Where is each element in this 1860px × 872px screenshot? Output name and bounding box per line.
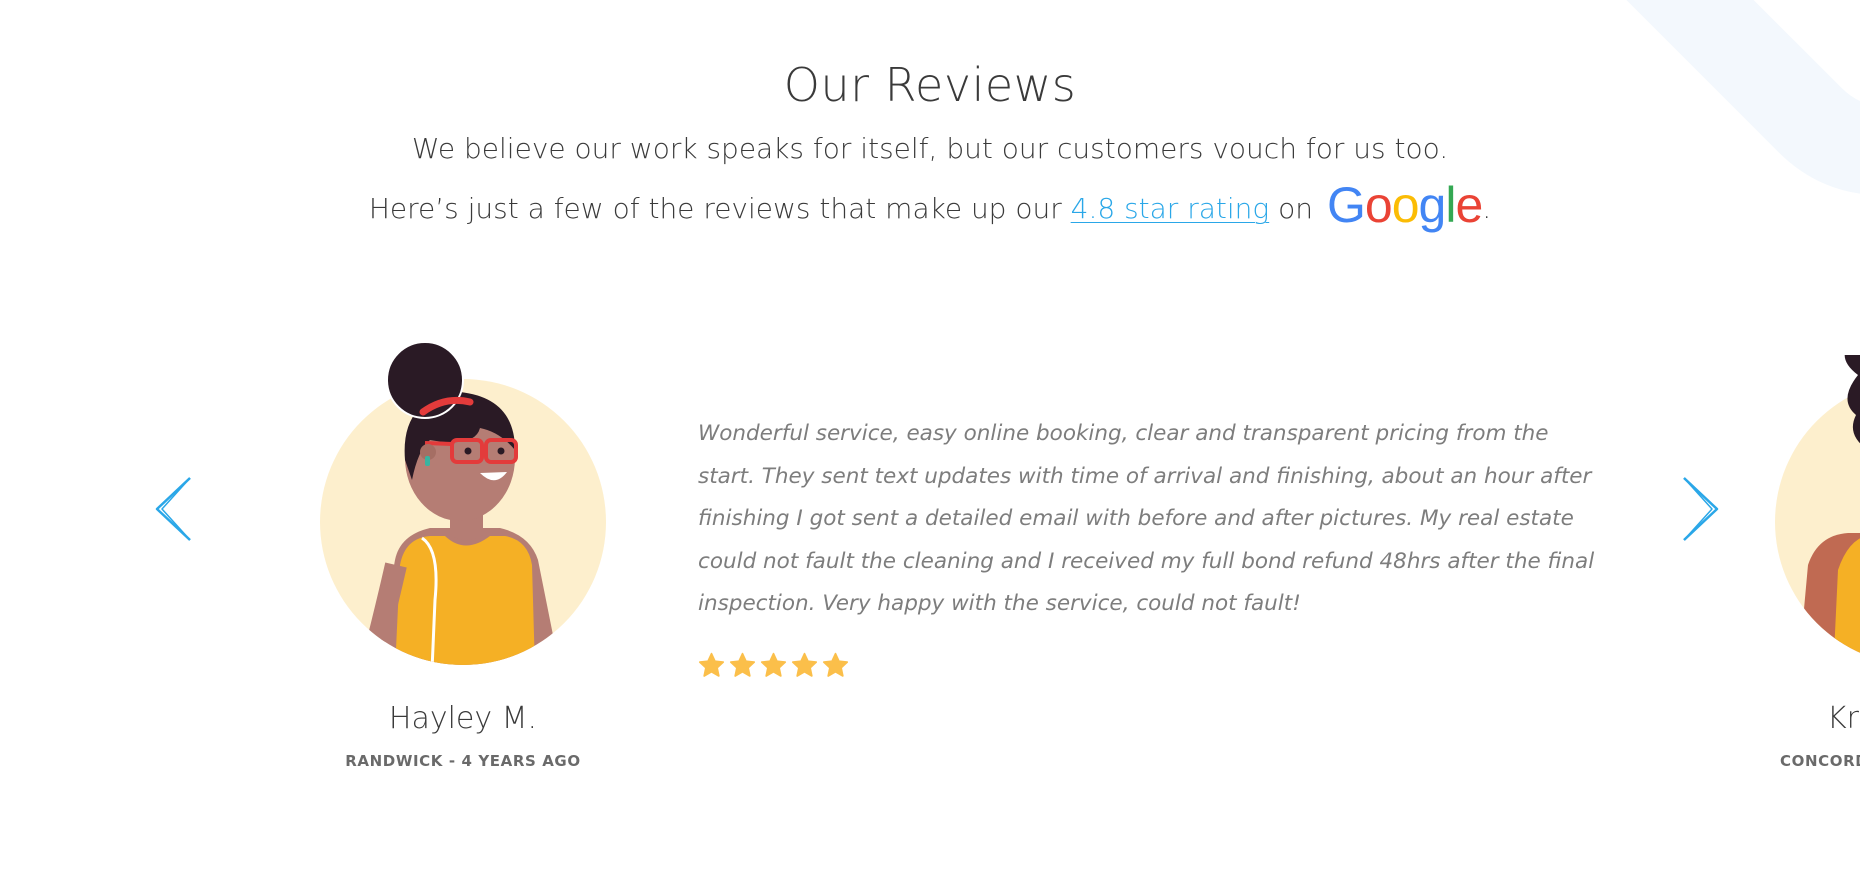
carousel-prev-button[interactable] — [152, 474, 194, 544]
star-icon — [791, 652, 818, 677]
star-icon — [760, 652, 787, 677]
reviewer-name: Hayley M. — [388, 701, 538, 736]
star-icon — [698, 652, 725, 677]
next-reviewer-avatar — [1775, 355, 1860, 665]
review-text: Wonderful service, easy online booking, … — [698, 421, 1595, 616]
intro-line-2: Here’s just a few of the reviews that ma… — [0, 177, 1860, 237]
intro-line-1: We believe our work speaks for itself, b… — [411, 132, 1449, 166]
chevron-right-icon — [1683, 477, 1719, 541]
chevron-left-icon — [155, 477, 191, 541]
google-logo: Google — [1326, 177, 1483, 234]
reviews-header: Our Reviews We believe our work speaks f… — [0, 58, 1860, 237]
star-rating-link[interactable]: 4.8 star rating — [1071, 192, 1270, 225]
section-title: Our Reviews — [783, 58, 1077, 112]
next-reviewer-location: CONCORD — [1780, 752, 1860, 770]
carousel-next-button[interactable] — [1680, 474, 1722, 544]
next-reviewer-name: Kri — [1827, 701, 1860, 736]
intro-line-2-prefix: Here’s just a few of the reviews that ma… — [368, 192, 1071, 226]
star-icon — [729, 652, 756, 677]
reviewer-location-date: RANDWICK - 4 YEARS AGO — [345, 752, 581, 770]
reviewer-avatar — [320, 341, 606, 665]
star-rating — [698, 652, 849, 679]
intro-line-2-suffix: . — [1482, 192, 1492, 226]
intro-line-2-mid: on — [1269, 192, 1313, 226]
star-icon — [822, 652, 849, 677]
